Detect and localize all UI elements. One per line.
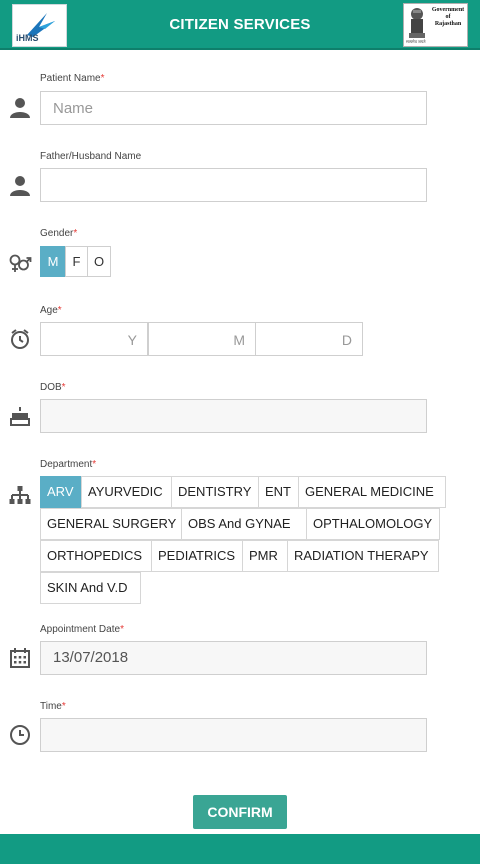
- patient-name-input[interactable]: [40, 91, 427, 125]
- age-months-input[interactable]: M: [148, 322, 256, 356]
- app-header: iHMS CITIZEN SERVICES Government of Raja…: [0, 0, 480, 50]
- gender-label: Gender*: [40, 228, 78, 239]
- dept-option-orthopedics[interactable]: ORTHOPEDICS: [40, 540, 152, 572]
- father-name-input[interactable]: [40, 168, 427, 202]
- age-days-input[interactable]: D: [255, 322, 363, 356]
- dob-input[interactable]: [40, 399, 427, 433]
- department-label: Department*: [40, 459, 97, 470]
- dept-option-skin-vd[interactable]: SKIN And V.D: [40, 572, 141, 604]
- person-icon: [10, 98, 30, 118]
- gender-option-o[interactable]: O: [87, 246, 111, 277]
- dept-option-ayurvedic[interactable]: AYURVEDIC: [81, 476, 172, 508]
- age-label: Age*: [40, 305, 62, 316]
- confirm-button[interactable]: CONFIRM: [193, 795, 287, 829]
- appointment-date-input[interactable]: 13/07/2018: [40, 641, 427, 675]
- dept-option-dentistry[interactable]: DENTISTRY: [171, 476, 259, 508]
- clock-icon: [10, 725, 30, 745]
- dept-option-pmr[interactable]: PMR: [242, 540, 288, 572]
- time-input[interactable]: [40, 718, 427, 752]
- dept-option-general-medicine[interactable]: GENERAL MEDICINE: [298, 476, 446, 508]
- dob-label: DOB*: [40, 382, 66, 393]
- dept-option-obs-gynae[interactable]: OBS And GYNAE: [181, 508, 307, 540]
- dept-option-opthalomology[interactable]: OPTHALOMOLOGY: [306, 508, 440, 540]
- appointment-date-label: Appointment Date*: [40, 624, 124, 635]
- age-years-input[interactable]: Y: [40, 322, 148, 356]
- gender-option-m[interactable]: M: [40, 246, 66, 277]
- time-label: Time*: [40, 701, 66, 712]
- gender-option-f[interactable]: F: [65, 246, 88, 277]
- dept-option-radiation-therapy[interactable]: RADIATION THERAPY: [287, 540, 439, 572]
- dept-option-pediatrics[interactable]: PEDIATRICS: [151, 540, 243, 572]
- dept-option-ent[interactable]: ENT: [258, 476, 299, 508]
- gender-selector: M F O: [40, 246, 111, 277]
- dept-option-general-surgery[interactable]: GENERAL SURGERY: [40, 508, 182, 540]
- cake-icon: [10, 407, 30, 426]
- person-icon: [10, 176, 30, 196]
- dept-option-arv[interactable]: ARV: [40, 476, 82, 508]
- age-icon: [11, 329, 29, 349]
- patient-name-label: Patient Name*: [40, 73, 105, 84]
- hierarchy-icon: [9, 486, 31, 504]
- father-name-label: Father/Husband Name: [40, 151, 142, 162]
- government-logo: Government of Rajasthan सत्यमेव जयते: [403, 3, 468, 47]
- calendar-icon: [10, 648, 30, 668]
- app-footer: [0, 834, 480, 864]
- gender-icon: [9, 254, 32, 272]
